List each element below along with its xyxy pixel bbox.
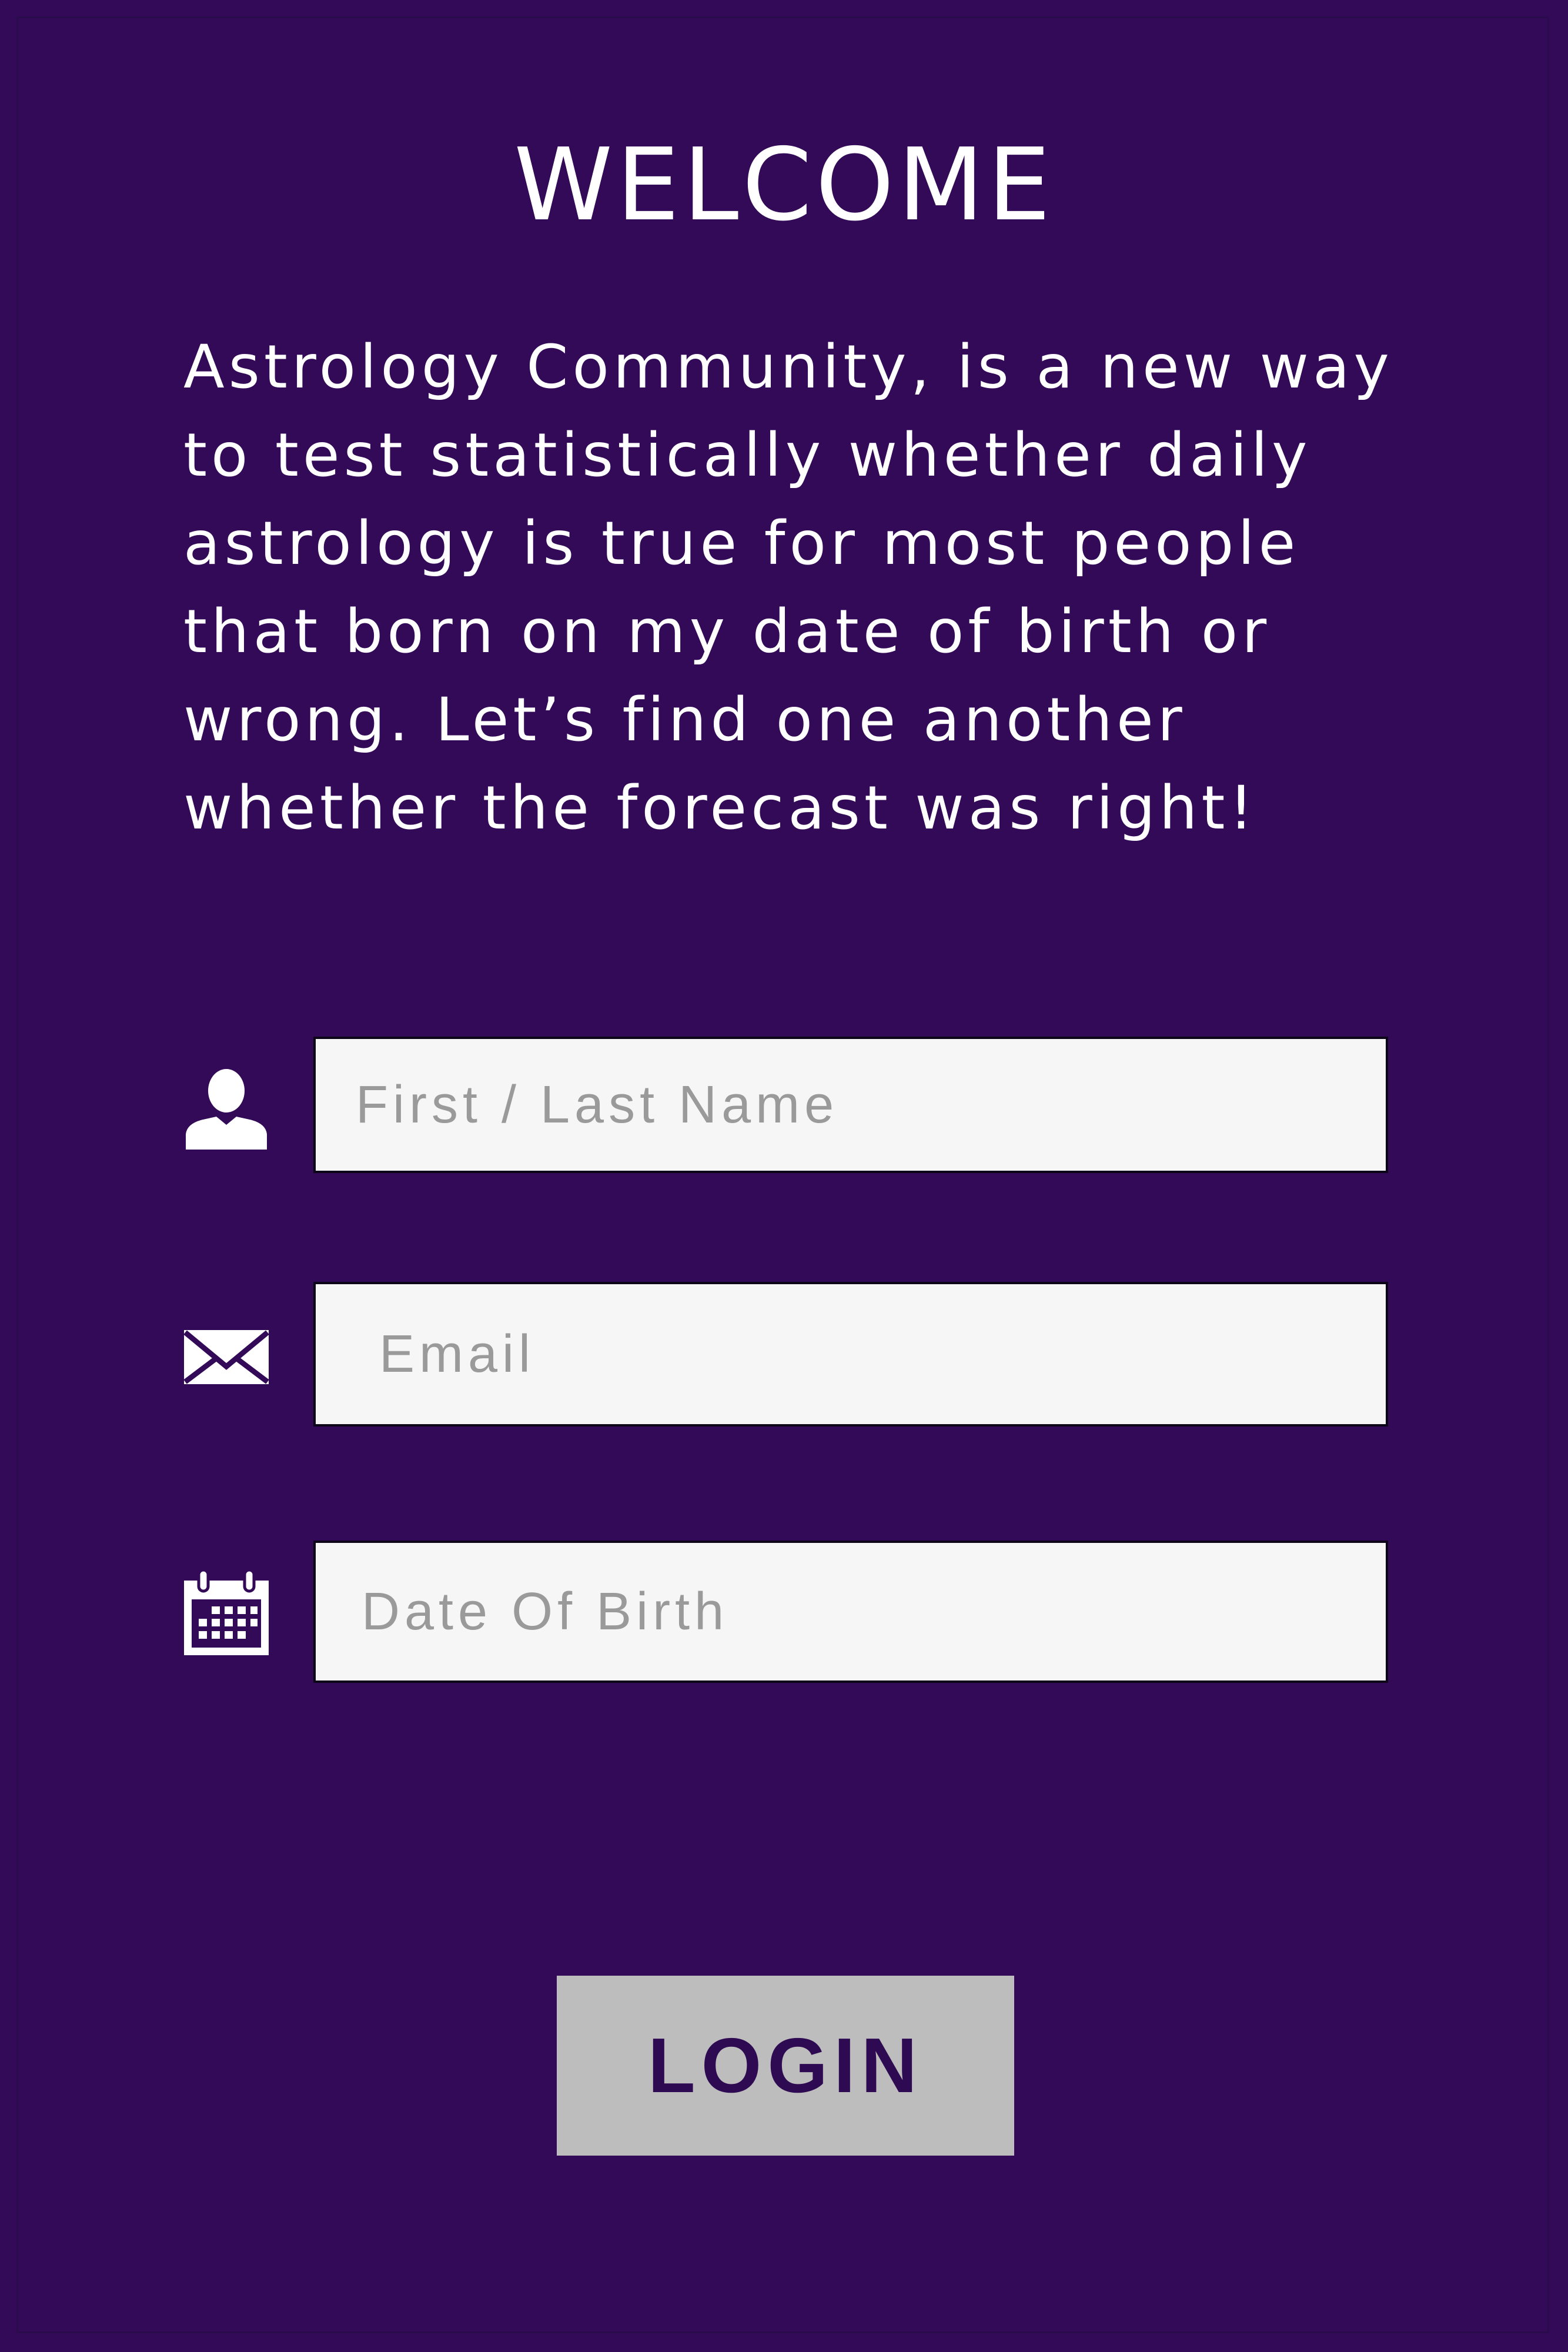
date-of-birth-placeholder: Date Of Birth	[362, 1582, 729, 1641]
user-icon	[182, 1061, 270, 1150]
calendar-icon	[182, 1569, 270, 1657]
email-field-placeholder: Email	[379, 1324, 536, 1384]
page-title: WELCOME	[514, 127, 1054, 243]
envelope-icon	[182, 1312, 270, 1401]
date-of-birth-field[interactable]: Date Of Birth	[313, 1541, 1388, 1683]
name-field[interactable]: First / Last Name	[313, 1037, 1388, 1173]
login-button[interactable]: LOGIN	[557, 1976, 1014, 2156]
email-field[interactable]: Email	[313, 1282, 1388, 1426]
name-field-placeholder: First / Last Name	[356, 1075, 839, 1134]
intro-text: Astrology Community, is a new way to tes…	[183, 332, 1393, 843]
